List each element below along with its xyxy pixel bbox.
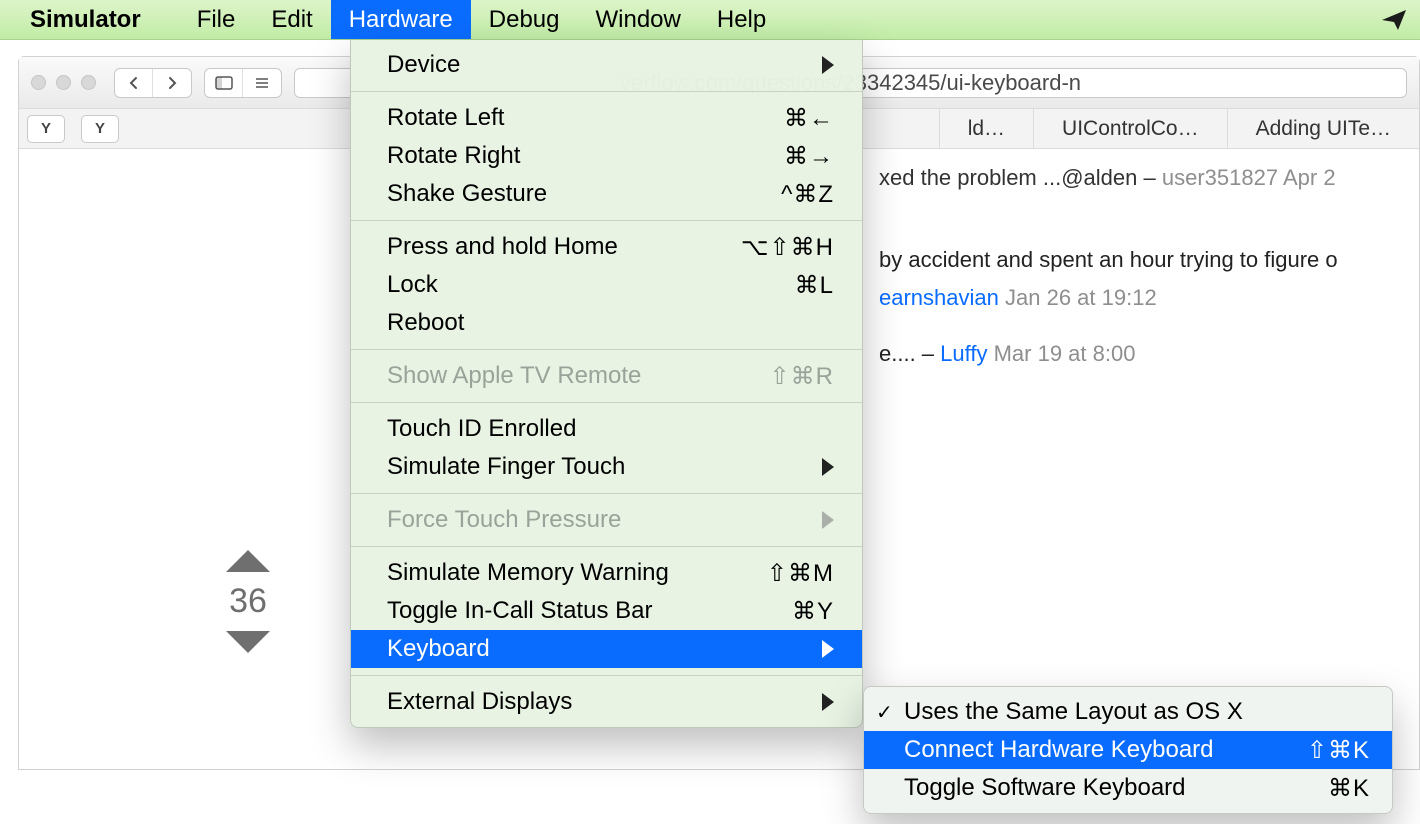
comment-text: e.... – <box>879 341 940 366</box>
menu-item[interactable]: Simulate Memory Warning ⇧⌘M <box>351 554 862 592</box>
menu-item-label: Simulate Finger Touch <box>387 453 625 481</box>
menu-item-label: Reboot <box>387 309 464 337</box>
menu-item-label: Keyboard <box>387 635 490 663</box>
menu-item-label: Force Touch Pressure <box>387 506 621 534</box>
menu-item[interactable]: Rotate Left ⌘← <box>351 99 862 137</box>
menu-item-shortcut: ⌘Y <box>792 597 834 626</box>
submenu-item-label: Toggle Software Keyboard <box>904 774 1186 802</box>
keyboard-submenu: ✓ Uses the Same Layout as OS X Connect Har… <box>863 686 1393 814</box>
fav-button-2[interactable]: Y <box>81 115 119 143</box>
menu-item-label: Press and hold Home <box>387 233 618 261</box>
menu-separator <box>351 402 862 403</box>
submenu-item-shortcut: ⌘K <box>1328 774 1370 803</box>
menu-file[interactable]: File <box>179 0 254 39</box>
comment-text: xed the problem ...@alden – <box>879 165 1162 190</box>
comment-date: Apr 2 <box>1283 165 1336 190</box>
chevron-right-icon <box>822 693 834 711</box>
menu-item-shortcut: ⇧⌘R <box>770 362 834 391</box>
menu-item-label: Touch ID Enrolled <box>387 415 576 443</box>
menu-item[interactable]: Touch ID Enrolled <box>351 410 862 448</box>
downvote-icon[interactable] <box>226 631 270 653</box>
traffic-lights <box>31 75 96 90</box>
tray-send-icon[interactable] <box>1380 6 1408 41</box>
sidebar-toggle-button[interactable] <box>205 69 243 97</box>
chevron-right-icon <box>822 458 834 476</box>
menu-item-label: Device <box>387 51 460 79</box>
menu-item-shortcut: ⇧⌘M <box>767 559 834 588</box>
close-button[interactable] <box>31 75 46 90</box>
comment-user-link[interactable]: Luffy <box>940 341 987 366</box>
menu-item-shortcut: ⌘← <box>784 104 834 133</box>
chevron-right-icon <box>822 56 834 74</box>
menu-item-shortcut: ^⌘Z <box>781 180 834 209</box>
check-icon: ✓ <box>876 700 893 725</box>
menu-item[interactable]: Reboot <box>351 304 862 342</box>
fav-button-1[interactable]: Y <box>27 115 65 143</box>
back-button[interactable] <box>115 69 153 97</box>
menu-separator <box>351 493 862 494</box>
forward-button[interactable] <box>153 69 191 97</box>
zoom-button[interactable] <box>81 75 96 90</box>
menu-item-label: Shake Gesture <box>387 180 547 208</box>
submenu-item[interactable]: Connect Hardware Keyboard ⇧⌘K <box>864 731 1392 769</box>
tab-3[interactable]: Adding UITe… <box>1227 109 1419 148</box>
menu-debug[interactable]: Debug <box>471 0 578 39</box>
menu-separator <box>351 349 862 350</box>
chevron-right-icon <box>822 640 834 658</box>
minimize-button[interactable] <box>56 75 71 90</box>
menu-item-label: Rotate Left <box>387 104 504 132</box>
menu-window[interactable]: Window <box>578 0 699 39</box>
menu-item-label: External Displays <box>387 688 572 716</box>
tab-2[interactable]: UIControlCo… <box>1033 109 1227 148</box>
menu-edit[interactable]: Edit <box>253 0 330 39</box>
menu-item[interactable]: Press and hold Home ⌥⇧⌘H <box>351 228 862 266</box>
menu-item[interactable]: Toggle In-Call Status Bar ⌘Y <box>351 592 862 630</box>
menu-item[interactable]: External Displays <box>351 683 862 721</box>
chevron-right-icon <box>822 511 834 529</box>
menu-item-label: Rotate Right <box>387 142 520 170</box>
submenu-item[interactable]: ✓ Uses the Same Layout as OS X <box>864 693 1392 731</box>
nav-group <box>114 68 192 98</box>
menu-separator <box>351 91 862 92</box>
menu-help[interactable]: Help <box>699 0 784 39</box>
comment-date: Mar 19 at 8:00 <box>994 341 1136 366</box>
menu-item-label: Lock <box>387 271 438 299</box>
view-group <box>204 68 282 98</box>
menu-item-shortcut: ⌥⇧⌘H <box>741 233 834 262</box>
submenu-item-shortcut: ⇧⌘K <box>1307 736 1370 765</box>
menu-item-shortcut: ⌘→ <box>784 142 834 171</box>
comment-user: user351827 <box>1162 165 1278 190</box>
menu-item[interactable]: Device <box>351 46 862 84</box>
menu-item: Force Touch Pressure <box>351 501 862 539</box>
menu-item-label: Show Apple TV Remote <box>387 362 641 390</box>
submenu-item[interactable]: Toggle Software Keyboard ⌘K <box>864 769 1392 807</box>
menu-item-label: Simulate Memory Warning <box>387 559 669 587</box>
menu-item[interactable]: Shake Gesture ^⌘Z <box>351 175 862 213</box>
upvote-icon[interactable] <box>226 550 270 572</box>
menu-item[interactable]: Keyboard <box>351 630 862 668</box>
menu-separator <box>351 546 862 547</box>
tab-1[interactable]: ld… <box>939 109 1033 148</box>
vote-widget: 36 <box>226 550 270 653</box>
menu-item[interactable]: Lock ⌘L <box>351 266 862 304</box>
menu-separator <box>351 675 862 676</box>
menu-item[interactable]: Simulate Finger Touch <box>351 448 862 486</box>
menu-item-label: Toggle In-Call Status Bar <box>387 597 652 625</box>
menu-item[interactable]: Rotate Right ⌘→ <box>351 137 862 175</box>
menu-item-shortcut: ⌘L <box>795 271 834 300</box>
comment-date: Jan 26 at 19:12 <box>1005 285 1157 310</box>
menu-hardware[interactable]: Hardware <box>331 0 471 39</box>
comment-text: by accident and spent an hour trying to … <box>879 247 1338 272</box>
app-name: Simulator <box>30 6 141 34</box>
submenu-item-label: Uses the Same Layout as OS X <box>904 698 1243 726</box>
vote-count: 36 <box>229 582 267 621</box>
menu-separator <box>351 220 862 221</box>
menubar: Simulator File Edit Hardware Debug Windo… <box>0 0 1420 40</box>
submenu-item-label: Connect Hardware Keyboard <box>904 736 1214 764</box>
menu-item: Show Apple TV Remote ⇧⌘R <box>351 357 862 395</box>
hardware-menu: Device Rotate Left ⌘← Rotate Right ⌘→ Shake G… <box>350 40 863 728</box>
reader-button[interactable] <box>243 69 281 97</box>
comment-user-link[interactable]: earnshavian <box>879 285 999 310</box>
